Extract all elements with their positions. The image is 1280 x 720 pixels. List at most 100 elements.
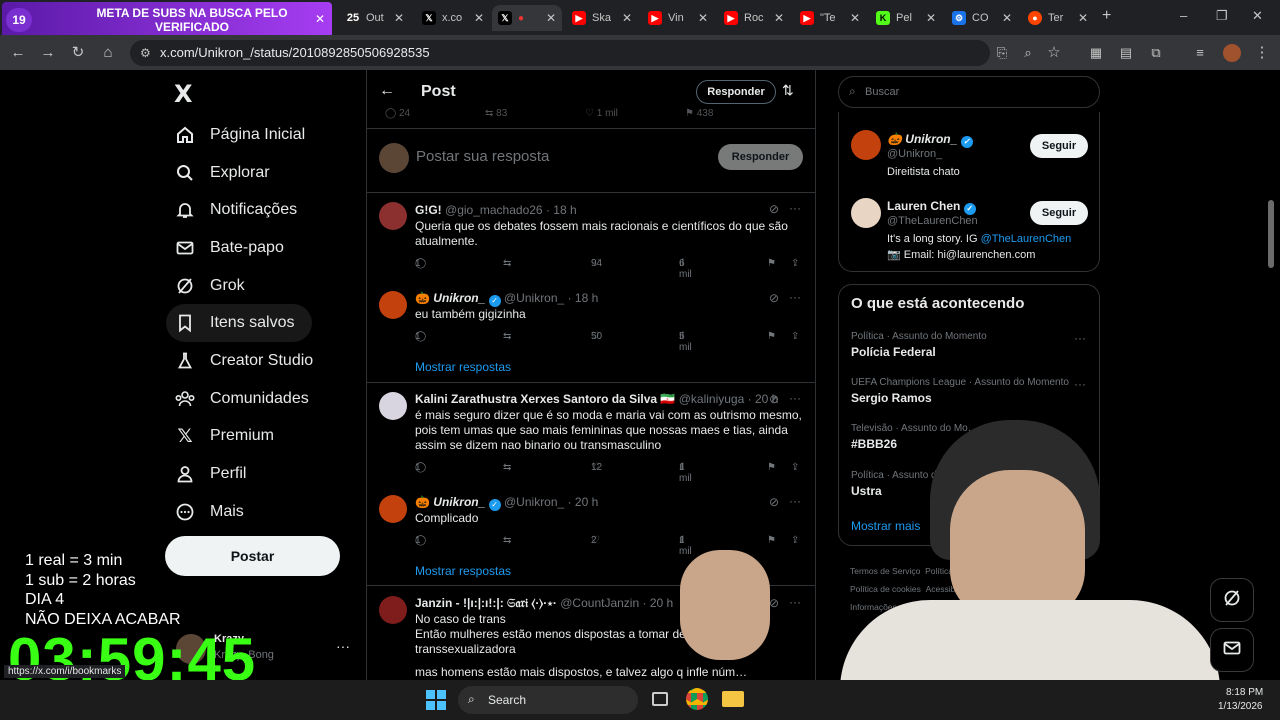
author-handle[interactable]: @Unikron_ [504, 495, 564, 509]
folder-taskbar-icon[interactable] [722, 691, 744, 707]
timestamp[interactable]: · 18 h [546, 203, 577, 217]
more-icon[interactable]: ··· [1074, 377, 1086, 391]
media-icon[interactable]: ≡ [1190, 43, 1210, 63]
tab[interactable]: ▶ "Te ✕ [794, 5, 866, 31]
user-name[interactable]: 🎃 Unikron_ ✓ [887, 132, 973, 148]
bio-link[interactable]: @TheLaurenChen [981, 233, 1072, 245]
avatar[interactable] [379, 202, 407, 230]
tab-close-icon[interactable]: ✕ [315, 12, 325, 26]
repost-icon[interactable]: ⇆ [503, 258, 511, 269]
nav-chat[interactable]: Bate-papo [166, 229, 296, 267]
author-handle[interactable]: @gio_machado26 [445, 203, 543, 217]
post-button[interactable]: Postar [165, 536, 340, 576]
tab[interactable]: ▶ Vin ✕ [642, 5, 714, 31]
author-name[interactable]: Unikron_ [433, 291, 485, 305]
reply-input[interactable]: Postar sua resposta [416, 148, 696, 165]
user-handle[interactable]: @TheLaurenChen [887, 215, 978, 227]
tab-close-icon[interactable]: ✕ [850, 11, 860, 25]
nav-explore[interactable]: Explorar [166, 154, 282, 192]
taskbar-search[interactable]: ⌕ Search [458, 686, 638, 714]
tab[interactable]: ▶ Ska ✕ [566, 5, 638, 31]
minimize-button[interactable]: – [1180, 8, 1187, 23]
home-icon[interactable]: ⌂ [98, 43, 118, 63]
star-icon[interactable]: ☆ [1044, 43, 1064, 63]
tab[interactable]: K Pel ✕ [870, 5, 942, 31]
author-handle[interactable]: @Unikron_ [504, 291, 564, 305]
repost-icon[interactable]: ⇆ [503, 462, 511, 473]
avatar[interactable] [379, 291, 407, 319]
reload-icon[interactable]: ↻ [68, 43, 88, 63]
tab[interactable]: ● Ter ✕ [1022, 5, 1094, 31]
nav-profile[interactable]: Perfil [166, 455, 258, 493]
timestamp[interactable]: · 18 h [568, 291, 599, 305]
nav-notifications[interactable]: Notificações [166, 191, 309, 229]
author-name[interactable]: G!G! [415, 203, 442, 217]
reply-header-button[interactable]: Responder [696, 80, 776, 104]
url-input[interactable]: ⚙ x.com/Unikron_/status/2010892850506928… [130, 40, 990, 66]
grok-icon[interactable]: ⊘ [769, 202, 779, 216]
extension-icon[interactable]: ▦ [1086, 43, 1106, 63]
nav-bookmarks[interactable]: Itens salvos [166, 304, 312, 342]
tab-close-icon[interactable]: ✕ [1002, 11, 1012, 25]
close-window-button[interactable]: ✕ [1252, 8, 1263, 24]
back-arrow-icon[interactable]: ← [379, 82, 395, 100]
grok-icon[interactable]: ⊘ [769, 291, 779, 305]
tab-close-icon[interactable]: ✕ [926, 11, 936, 25]
author-handle[interactable]: @CountJanzin [560, 596, 639, 610]
author-name[interactable]: Kalini Zarathustra Xerxes Santoro da Sil… [415, 392, 675, 406]
menu-icon[interactable]: ⋮ [1252, 43, 1272, 63]
author-handle[interactable]: @kaliniyuga [679, 392, 745, 406]
repost-icon[interactable]: ⇆ [503, 331, 511, 342]
follow-button[interactable]: Seguir [1030, 134, 1088, 158]
reply-submit-button[interactable]: Responder [718, 144, 803, 170]
zoom-icon[interactable]: ⌕ [1018, 43, 1038, 63]
avatar[interactable] [851, 198, 881, 228]
user-handle[interactable]: @Unikron_ [887, 148, 942, 160]
trend-name[interactable]: Sergio Ramos [851, 391, 932, 405]
avatar[interactable] [379, 392, 407, 420]
page-scrollbar[interactable] [1268, 200, 1274, 268]
follow-button[interactable]: Seguir [1030, 201, 1088, 225]
site-info-icon[interactable]: ⚙ [140, 40, 151, 66]
nav-communities[interactable]: Comunidades [166, 380, 321, 418]
forward-icon[interactable]: → [38, 43, 58, 63]
tab-close-icon[interactable]: ✕ [622, 11, 632, 25]
nav-grok[interactable]: Grok [166, 267, 257, 305]
grok-float-button[interactable] [1210, 578, 1254, 622]
more-icon[interactable]: ··· [789, 290, 801, 304]
share-icon[interactable]: ⇪ [791, 331, 799, 342]
tab[interactable]: 25 Out ✕ [340, 5, 410, 31]
author-name[interactable]: Unikron_ [433, 495, 485, 509]
search-input[interactable]: ⌕ Buscar [838, 76, 1100, 108]
profile-avatar[interactable] [1223, 44, 1241, 62]
tab-active[interactable]: 𝕏 ● ✕ [492, 5, 562, 31]
tab[interactable]: ⚙ CO ✕ [946, 5, 1018, 31]
nav-premium[interactable]: 𝕏 Premium [166, 417, 286, 455]
avatar[interactable] [379, 596, 407, 624]
tab-close-icon[interactable]: ✕ [774, 11, 784, 25]
task-view-icon[interactable] [652, 692, 668, 706]
repost-icon[interactable]: ⇆ [503, 535, 511, 546]
share-icon[interactable]: ⇪ [791, 258, 799, 269]
avatar[interactable] [379, 495, 407, 523]
messages-float-button[interactable] [1210, 628, 1254, 672]
tab-close-icon[interactable]: ✕ [698, 11, 708, 25]
bookmark-icon[interactable]: ⚑ [767, 331, 776, 342]
x-logo[interactable]: X [174, 80, 193, 108]
puzzle-icon[interactable]: ⧉ [1146, 43, 1166, 63]
timestamp[interactable]: · 20 h [568, 495, 599, 509]
tab-stream-banner[interactable]: 19 META DE SUBS NA BUSCA PELO VERIFICADO… [2, 2, 332, 38]
trend-name[interactable]: Polícia Federal [851, 345, 936, 359]
restore-button[interactable]: ❐ [1216, 8, 1228, 24]
windows-start-icon[interactable] [426, 690, 446, 710]
user-name[interactable]: Lauren Chen ✓ [887, 199, 976, 215]
nav-home[interactable]: Página Inicial [166, 116, 317, 154]
tab-close-icon[interactable]: ✕ [474, 11, 484, 25]
more-icon[interactable]: ··· [1074, 331, 1086, 345]
chrome-taskbar-icon[interactable] [686, 688, 708, 710]
install-icon[interactable]: ⎘ [992, 43, 1012, 63]
extension-icon[interactable]: ▤ [1116, 43, 1136, 63]
more-icon[interactable]: ··· [789, 391, 801, 405]
tab[interactable]: 𝕏x.co ✕ [416, 5, 490, 31]
more-icon[interactable]: ··· [336, 638, 350, 654]
